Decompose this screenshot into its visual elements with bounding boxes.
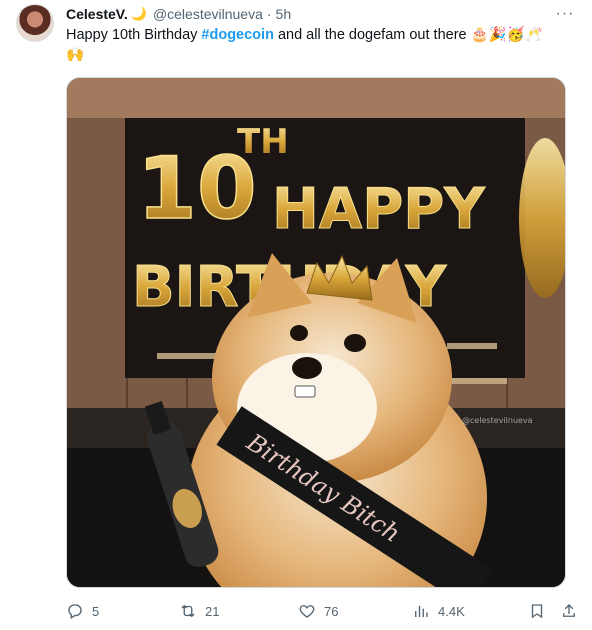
views-count: 4.4K <box>438 603 465 619</box>
image-watermark: @celestevilnueva <box>462 416 533 425</box>
avatar[interactable] <box>16 4 54 42</box>
more-options-button[interactable]: ··· <box>554 4 576 24</box>
reply-button[interactable]: 5 <box>66 599 99 623</box>
views-button[interactable]: 4.4K <box>412 599 465 623</box>
repost-icon <box>181 604 195 618</box>
tweet[interactable]: CelesteV. 🌙 @celestevilnueva · 5h ··· Ha… <box>0 0 592 630</box>
bookmark-button[interactable] <box>528 599 546 623</box>
tweet-text-after: and all the dogefam out there 🎂🎉🥳🥂 <box>273 27 543 43</box>
repost-button[interactable]: 21 <box>179 599 219 623</box>
like-icon <box>299 605 315 618</box>
timestamp[interactable]: 5h <box>276 6 292 22</box>
like-button[interactable]: 76 <box>298 599 338 623</box>
hashtag-link[interactable]: #dogecoin <box>201 27 274 43</box>
banner-th: TH <box>237 122 289 162</box>
banner-happy: HAPPY <box>272 177 486 242</box>
birthday-doge-image: 10 TH HAPPY BIRTHDAY <box>67 78 565 587</box>
share-icon <box>563 604 575 617</box>
separator: · <box>266 6 272 22</box>
moon-emoji: 🌙 <box>130 6 147 21</box>
views-icon <box>415 605 428 617</box>
share-button[interactable] <box>560 599 578 623</box>
bookmark-icon <box>531 604 543 619</box>
reply-icon <box>68 604 82 619</box>
reply-count: 5 <box>92 603 100 619</box>
display-name[interactable]: CelesteV. <box>66 6 128 22</box>
more-icon: ··· <box>555 5 575 22</box>
tweet-actions: 5 21 76 4.4K <box>66 599 582 623</box>
user-handle[interactable]: @celestevilnueva <box>153 6 263 22</box>
repost-count: 21 <box>205 603 220 619</box>
tweet-text-before: Happy 10th Birthday <box>66 27 202 43</box>
tweet-text-line2: 🙌 <box>66 47 85 63</box>
tweet-image[interactable]: 10 TH HAPPY BIRTHDAY <box>66 77 566 588</box>
tweet-text: Happy 10th Birthday #dogecoin and all th… <box>66 25 586 65</box>
like-count: 76 <box>324 603 339 619</box>
tweet-header: CelesteV. 🌙 @celestevilnueva · 5h <box>66 4 291 24</box>
